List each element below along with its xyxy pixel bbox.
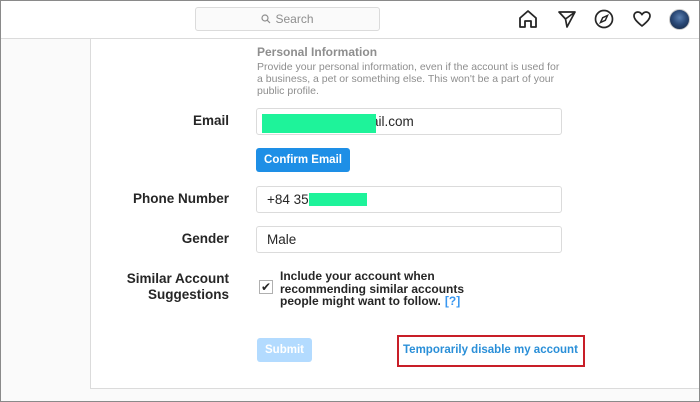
heart-activity-icon[interactable] bbox=[631, 8, 653, 30]
similar-suggestions-description: Include your account when recommending s… bbox=[280, 269, 465, 308]
search-placeholder: Search bbox=[275, 12, 314, 26]
email-label: Email bbox=[192, 113, 229, 128]
help-link[interactable]: [?] bbox=[445, 294, 460, 308]
gender-label: Gender bbox=[181, 231, 229, 246]
similar-suggestions-checkbox[interactable]: ✔ bbox=[259, 280, 273, 294]
section-title: Personal Information bbox=[257, 45, 378, 59]
direct-message-icon[interactable] bbox=[556, 8, 578, 30]
submit-button[interactable]: Submit bbox=[257, 338, 312, 362]
similar-label-line1: Similar Account bbox=[126, 271, 229, 286]
section-description: Provide your personal information, even … bbox=[257, 61, 560, 97]
email-redaction bbox=[262, 114, 376, 133]
gender-value: Male bbox=[267, 232, 297, 247]
confirm-email-button[interactable]: Confirm Email bbox=[256, 148, 350, 172]
phone-redaction bbox=[309, 193, 367, 206]
similar-label-line2: Suggestions bbox=[147, 287, 229, 302]
search-input[interactable]: Search bbox=[195, 7, 380, 31]
phone-value: +84 35 bbox=[267, 192, 309, 207]
top-navigation-bar: Search bbox=[0, 0, 700, 39]
disable-account-link[interactable]: Temporarily disable my account bbox=[403, 344, 578, 356]
similar-suggestions-label: Similar Account Suggestions bbox=[127, 271, 229, 303]
home-icon[interactable] bbox=[517, 8, 539, 30]
email-value: ail.com bbox=[371, 114, 414, 129]
search-icon bbox=[261, 14, 271, 24]
explore-compass-icon[interactable] bbox=[593, 8, 615, 30]
similar-suggestions-text: Include your account when recommending s… bbox=[280, 270, 480, 308]
phone-field[interactable]: +84 35 bbox=[256, 186, 562, 213]
phone-label: Phone Number bbox=[132, 191, 229, 206]
profile-avatar[interactable] bbox=[669, 9, 690, 30]
gender-field[interactable]: Male bbox=[256, 226, 562, 253]
